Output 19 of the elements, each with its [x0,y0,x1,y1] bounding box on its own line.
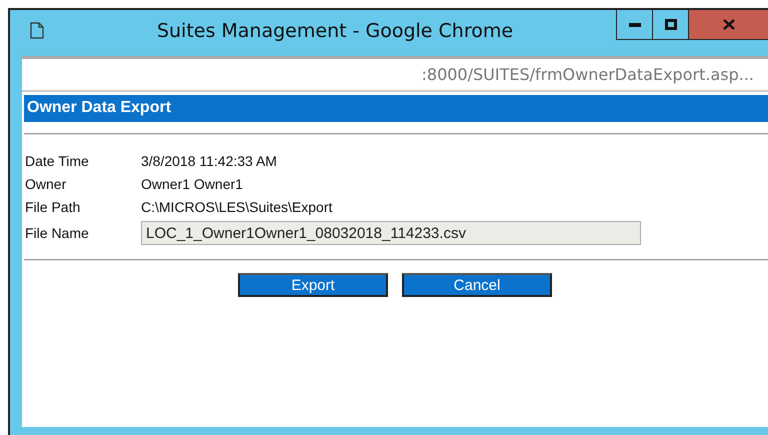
field-value: 3/8/2018 11:42:33 AM [141,152,277,168]
cancel-button[interactable]: Cancel [402,273,552,297]
maximize-icon [664,19,676,30]
minimize-icon [628,22,640,26]
field-value: C:\MICROS\LES\Suites\Export [141,198,332,214]
window-title: Suites Management - Google Chrome [156,20,514,42]
address-bar[interactable]: :8000/SUITES/frmOwnerDataExport.asp... [22,56,768,92]
page-heading: Owner Data Export [24,95,768,122]
field-value: Owner1 Owner1 [141,176,243,192]
field-label: File Name [25,225,90,241]
field-label: File Path [25,198,82,214]
export-button[interactable]: Export [238,273,388,297]
minimize-button[interactable] [616,10,652,40]
field-label: Owner [25,176,68,192]
field-label: Date Time [25,152,90,168]
document-icon [30,22,44,39]
maximize-button[interactable] [652,10,688,40]
close-icon [722,19,734,30]
close-button[interactable] [688,10,768,40]
